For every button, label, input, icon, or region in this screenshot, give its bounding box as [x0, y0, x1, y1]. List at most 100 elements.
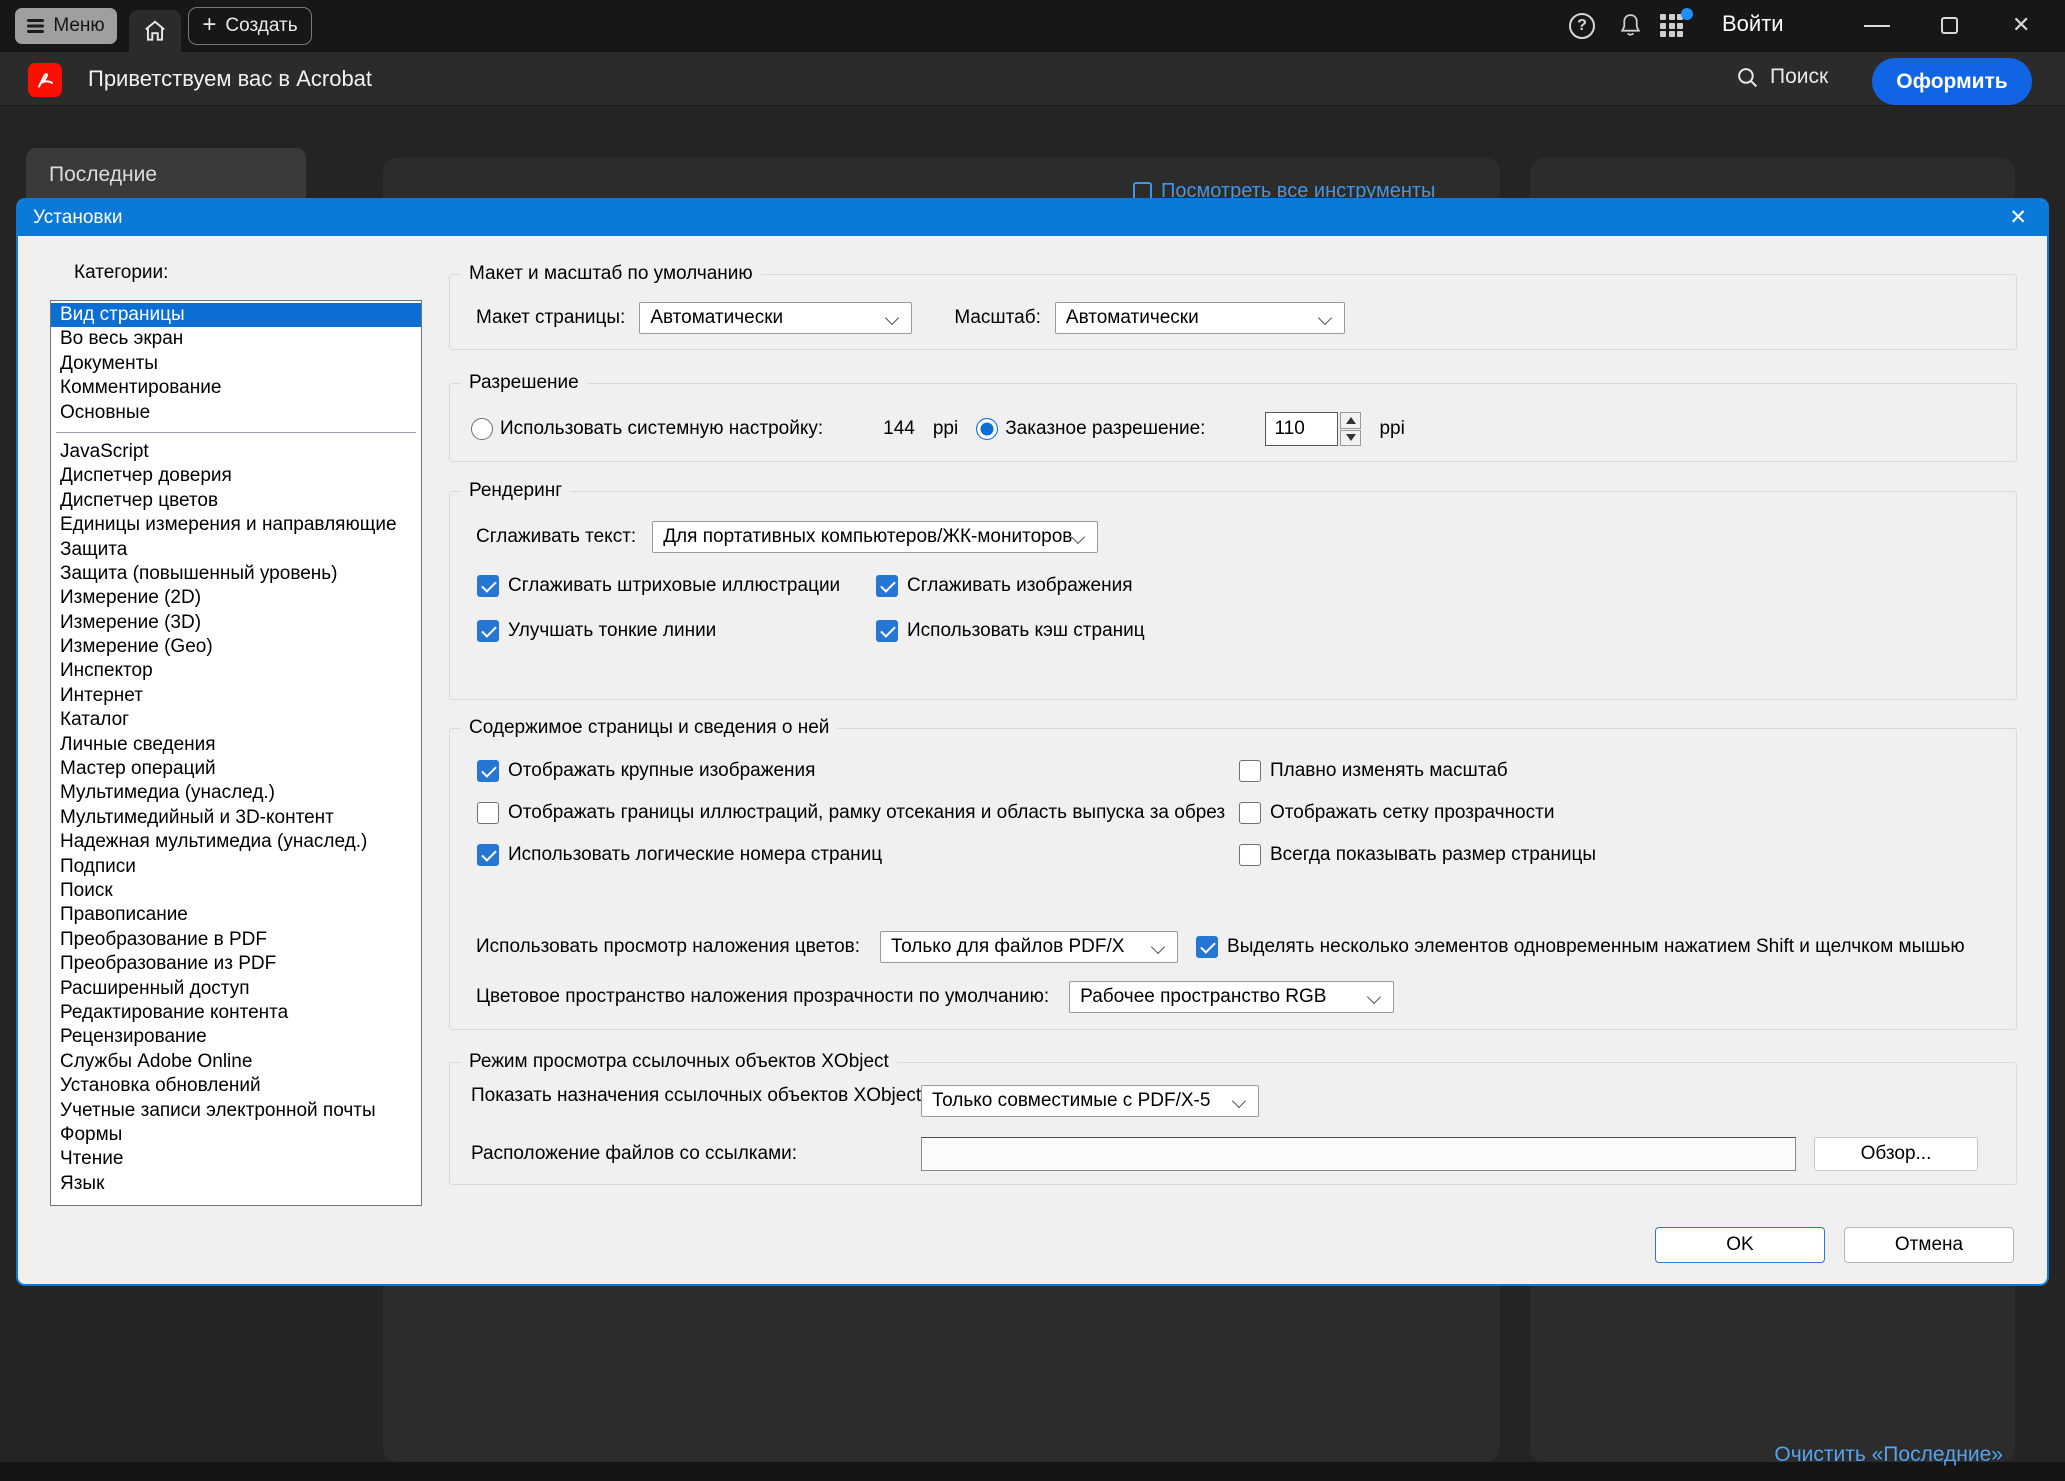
category-item[interactable]: Мультимедиа (унаслед.) [51, 781, 421, 805]
category-item[interactable]: Инспектор [51, 659, 421, 683]
transparency-grid-checkbox[interactable] [1239, 802, 1261, 824]
cancel-button[interactable]: Отмена [1844, 1227, 2014, 1263]
category-item[interactable]: Расширенный доступ [51, 977, 421, 1001]
category-item[interactable]: Подписи [51, 855, 421, 879]
dialog-close-icon[interactable]: ✕ [2009, 205, 2027, 230]
use-page-cache-label: Использовать кэш страниц [907, 620, 1145, 642]
category-item[interactable]: Редактирование контента [51, 1001, 421, 1025]
categories-listbox[interactable]: Вид страницыВо весь экранДокументыКоммен… [50, 300, 422, 1206]
xobject-show-select[interactable]: Только совместимые с PDF/X-5 [921, 1085, 1259, 1117]
smooth-text-select[interactable]: Для портативных компьютеров/ЖК-мониторов [652, 521, 1098, 553]
custom-resolution-unit: ppi [1379, 418, 1404, 440]
clear-recent-link[interactable]: Очистить «Последние» [1774, 1443, 2003, 1467]
shift-select-label: Выделять несколько элементов одновременн… [1227, 936, 1965, 958]
system-resolution-value: 144 [883, 418, 915, 440]
spinner-up-button[interactable] [1340, 412, 1361, 429]
zoom-select[interactable]: Автоматически [1055, 302, 1345, 334]
minimize-button[interactable] [1864, 25, 1890, 27]
category-item[interactable]: Диспетчер цветов [51, 489, 421, 513]
browse-button[interactable]: Обзор... [1814, 1137, 1978, 1171]
menu-button[interactable]: Меню [15, 8, 117, 44]
smooth-images-checkbox[interactable] [876, 575, 898, 597]
overprint-value: Только для файлов PDF/X [891, 936, 1124, 958]
category-item[interactable]: Измерение (3D) [51, 611, 421, 635]
zoom-label: Масштаб: [954, 307, 1041, 329]
xobject-location-input[interactable] [921, 1137, 1796, 1171]
system-resolution-radio[interactable] [471, 418, 493, 440]
category-item[interactable]: Правописание [51, 903, 421, 927]
category-item[interactable]: Формы [51, 1123, 421, 1147]
app-header: Приветствуем вас в Acrobat Поиск Оформит… [0, 52, 2065, 106]
category-item[interactable]: Единицы измерения и направляющие [51, 513, 421, 537]
hamburger-icon [27, 19, 44, 22]
create-button[interactable]: + Создать [188, 7, 312, 45]
shift-select-checkbox[interactable] [1196, 936, 1218, 958]
custom-resolution-spinner[interactable]: 110 [1265, 412, 1361, 446]
category-item[interactable]: Диспетчер доверия [51, 464, 421, 488]
logical-page-numbers-checkbox[interactable] [477, 844, 499, 866]
search-control[interactable]: Поиск [1736, 65, 1828, 89]
category-item[interactable]: Комментирование [51, 376, 421, 400]
categories-secondary-list: JavaScriptДиспетчер доверияДиспетчер цве… [51, 440, 421, 1196]
custom-resolution-radio[interactable] [976, 418, 998, 440]
category-item[interactable]: Службы Adobe Online [51, 1050, 421, 1074]
smooth-text-label: Сглаживать текст: [476, 526, 636, 548]
category-item[interactable]: Надежная мультимедиа (унаслед.) [51, 830, 421, 854]
upgrade-button[interactable]: Оформить [1872, 58, 2032, 105]
help-icon[interactable]: ? [1569, 13, 1595, 39]
dialog-titlebar[interactable]: Установки ✕ [18, 200, 2047, 236]
smooth-zoom-checkbox[interactable] [1239, 760, 1261, 782]
always-page-size-checkbox[interactable] [1239, 844, 1261, 866]
large-images-checkbox[interactable] [477, 760, 499, 782]
tab-home[interactable] [129, 10, 181, 52]
category-item[interactable]: Измерение (Geo) [51, 635, 421, 659]
category-item[interactable]: Вид страницы [51, 303, 421, 327]
category-item[interactable]: Мультимедийный и 3D-контент [51, 806, 421, 830]
maximize-button[interactable] [1941, 17, 1958, 34]
help-glyph: ? [1577, 17, 1587, 35]
category-item[interactable]: Личные сведения [51, 733, 421, 757]
xobject-show-value: Только совместимые с PDF/X-5 [932, 1090, 1210, 1112]
overprint-select[interactable]: Только для файлов PDF/X [880, 931, 1178, 963]
category-item[interactable]: Преобразование из PDF [51, 952, 421, 976]
custom-resolution-value[interactable]: 110 [1265, 412, 1338, 446]
sign-in-button[interactable]: Войти [1722, 11, 1784, 37]
spinner-down-button[interactable] [1340, 430, 1361, 447]
blending-value: Рабочее пространство RGB [1080, 986, 1326, 1008]
category-item[interactable]: Интернет [51, 684, 421, 708]
blending-select[interactable]: Рабочее пространство RGB [1069, 981, 1394, 1013]
category-item[interactable]: Защита [51, 538, 421, 562]
smooth-line-art-checkbox[interactable] [477, 575, 499, 597]
category-item[interactable]: Каталог [51, 708, 421, 732]
use-page-cache-checkbox[interactable] [876, 620, 898, 642]
category-item[interactable]: JavaScript [51, 440, 421, 464]
notifications-bell-icon[interactable] [1618, 12, 1643, 39]
category-item[interactable]: Измерение (2D) [51, 586, 421, 610]
category-item[interactable]: Во весь экран [51, 327, 421, 351]
categories-primary-list: Вид страницыВо весь экранДокументыКоммен… [51, 303, 421, 425]
category-item[interactable]: Защита (повышенный уровень) [51, 562, 421, 586]
category-item[interactable]: Установка обновлений [51, 1074, 421, 1098]
category-item[interactable]: Рецензирование [51, 1025, 421, 1049]
art-trim-bleed-checkbox[interactable] [477, 802, 499, 824]
category-item[interactable]: Преобразование в PDF [51, 928, 421, 952]
enhance-thin-lines-checkbox[interactable] [477, 620, 499, 642]
category-item[interactable]: Поиск [51, 879, 421, 903]
category-item[interactable]: Мастер операций [51, 757, 421, 781]
smooth-line-art-label: Сглаживать штриховые иллюстрации [508, 575, 840, 597]
category-item[interactable]: Язык [51, 1172, 421, 1196]
category-item[interactable]: Учетные записи электронной почты [51, 1099, 421, 1123]
group-rendering-legend: Рендеринг [461, 480, 570, 502]
category-item[interactable]: Документы [51, 352, 421, 376]
xobject-show-label: Показать назначения ссылочных объектов X… [471, 1085, 926, 1107]
category-item[interactable]: Основные [51, 401, 421, 425]
xobject-location-label: Расположение файлов со ссылками: [471, 1143, 797, 1165]
group-layout-zoom-legend: Макет и масштаб по умолчанию [461, 263, 761, 285]
dialog-title: Установки [33, 207, 122, 229]
ok-button[interactable]: OK [1655, 1227, 1825, 1263]
page-layout-select[interactable]: Автоматически [639, 302, 912, 334]
close-window-button[interactable]: ✕ [2012, 12, 2030, 38]
custom-resolution-label: Заказное разрешение: [1005, 418, 1205, 440]
home-icon [142, 18, 168, 44]
category-item[interactable]: Чтение [51, 1147, 421, 1171]
